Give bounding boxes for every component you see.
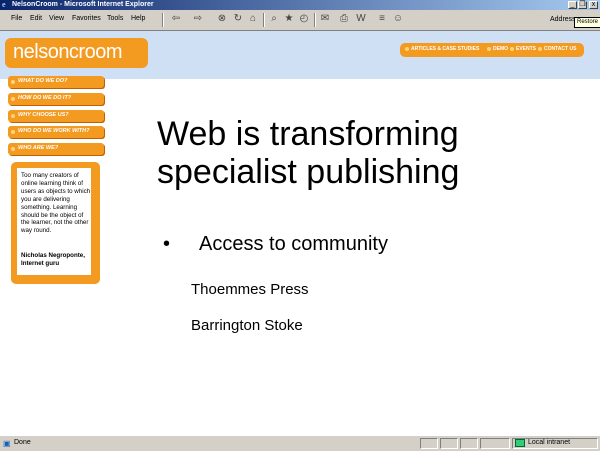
side-nav-label: WHO ARE WE? <box>18 145 59 151</box>
nav-bullet-icon <box>487 46 491 51</box>
menu-edit[interactable]: Edit <box>30 15 42 22</box>
top-nav-articles[interactable]: ARTICLES & CASE STUDIES <box>405 46 479 52</box>
top-nav-demo[interactable]: DEMO <box>487 46 508 52</box>
stop-icon[interactable]: ⊗ <box>216 13 228 25</box>
menu-tools[interactable]: Tools <box>107 15 123 22</box>
side-nav-label: HOW DO WE DO IT? <box>18 95 72 101</box>
toolbar-separator <box>162 13 164 27</box>
window-title: NelsonCroom - Microsoft Internet Explore… <box>12 1 154 8</box>
top-nav: ARTICLES & CASE STUDIES DEMO EVENTS CONT… <box>400 43 584 57</box>
ie-logo-icon: e <box>2 0 6 9</box>
favorites-icon[interactable]: ★ <box>283 13 295 25</box>
forward-icon[interactable]: ⇨ <box>192 13 204 25</box>
quote-text: Too many creators of online learning thi… <box>21 172 91 235</box>
menu-help[interactable]: Help <box>131 15 145 22</box>
side-nav-why-choose-us[interactable]: WHY CHOOSE US? <box>8 110 104 122</box>
security-zone-label: Local intranet <box>528 439 571 446</box>
site-logo[interactable]: nelsoncroom <box>5 38 148 68</box>
logo-text: nelsoncroom <box>13 41 123 63</box>
top-nav-contact[interactable]: CONTACT US <box>538 46 576 52</box>
menu-toolbar: File Edit View Favorites Tools Help ⇦ ⇨ … <box>0 10 600 31</box>
top-nav-label: DEMO <box>493 46 508 52</box>
page-icon: ▣ <box>3 439 11 448</box>
nav-bullet-icon <box>11 80 15 84</box>
menu-favorites[interactable]: Favorites <box>72 15 101 22</box>
mail-icon[interactable]: ✉ <box>319 13 331 25</box>
site-header: nelsoncroom ARTICLES & CASE STUDIES DEMO… <box>0 31 600 79</box>
nav-bullet-icon <box>510 46 514 51</box>
minimize-button[interactable]: _ <box>568 1 577 9</box>
nav-bullet-icon <box>11 147 15 151</box>
nav-bullet-icon <box>11 130 15 134</box>
sub-item: Thoemmes Press <box>191 281 309 298</box>
top-nav-label: EVENTS <box>516 46 537 52</box>
side-nav-label: WHO DO WE WORK WITH? <box>18 128 90 134</box>
side-nav-who-we-work-with[interactable]: WHO DO WE WORK WITH? <box>8 126 104 138</box>
status-bar: ▣ Done Local intranet <box>0 435 600 451</box>
status-pane <box>440 438 458 449</box>
status-pane <box>480 438 510 449</box>
top-nav-label: CONTACT US <box>544 46 577 52</box>
page-content: nelsoncroom ARTICLES & CASE STUDIES DEMO… <box>0 31 600 435</box>
bullet-icon: • <box>163 233 171 255</box>
menu-file[interactable]: File <box>11 15 22 22</box>
history-icon[interactable]: ◴ <box>298 13 310 25</box>
nav-bullet-icon <box>538 46 542 51</box>
home-icon[interactable]: ⌂ <box>247 13 259 25</box>
refresh-icon[interactable]: ↻ <box>232 13 244 25</box>
sub-item: Barrington Stoke <box>191 317 303 334</box>
quote-box: Too many creators of online learning thi… <box>11 162 100 284</box>
side-nav-label: WHAT DO WE DO? <box>18 78 68 84</box>
menu-view[interactable]: View <box>49 15 64 22</box>
bullet-text: Access to community <box>199 233 388 255</box>
edit-icon[interactable]: W <box>355 13 367 25</box>
restore-button[interactable]: ❒ <box>578 1 587 9</box>
intranet-zone-icon <box>515 439 525 447</box>
nav-bullet-icon <box>11 114 15 118</box>
restore-tooltip: Restore <box>574 17 600 28</box>
side-nav-what-we-do[interactable]: WHAT DO WE DO? <box>8 76 104 88</box>
nav-bullet-icon <box>405 46 409 51</box>
discuss-icon[interactable]: ≡ <box>376 13 388 25</box>
status-text: Done <box>14 439 31 446</box>
print-icon[interactable]: ⎙ <box>338 13 350 25</box>
slide-title: Web is transforming specialist publishin… <box>157 115 460 191</box>
title-bar: e NelsonCroom - Microsoft Internet Explo… <box>0 0 600 10</box>
quote-author: Nicholas Negroponte, Internet guru <box>21 252 85 267</box>
toolbar-separator <box>314 13 316 27</box>
status-pane <box>420 438 438 449</box>
status-pane <box>460 438 478 449</box>
search-icon[interactable]: ⌕ <box>268 13 280 25</box>
side-nav-label: WHY CHOOSE US? <box>18 112 69 118</box>
quote-panel: Too many creators of online learning thi… <box>17 168 91 275</box>
side-nav-who-are-we[interactable]: WHO ARE WE? <box>8 143 104 155</box>
close-button[interactable]: x <box>589 1 598 9</box>
toolbar-separator <box>263 13 265 27</box>
messenger-icon[interactable]: ☺ <box>392 13 404 25</box>
side-nav-how-we-do-it[interactable]: HOW DO WE DO IT? <box>8 93 104 105</box>
top-nav-events[interactable]: EVENTS <box>510 46 536 52</box>
back-icon[interactable]: ⇦ <box>170 13 182 25</box>
address-label: Address <box>550 16 576 23</box>
top-nav-label: ARTICLES & CASE STUDIES <box>411 46 480 52</box>
nav-bullet-icon <box>11 97 15 101</box>
